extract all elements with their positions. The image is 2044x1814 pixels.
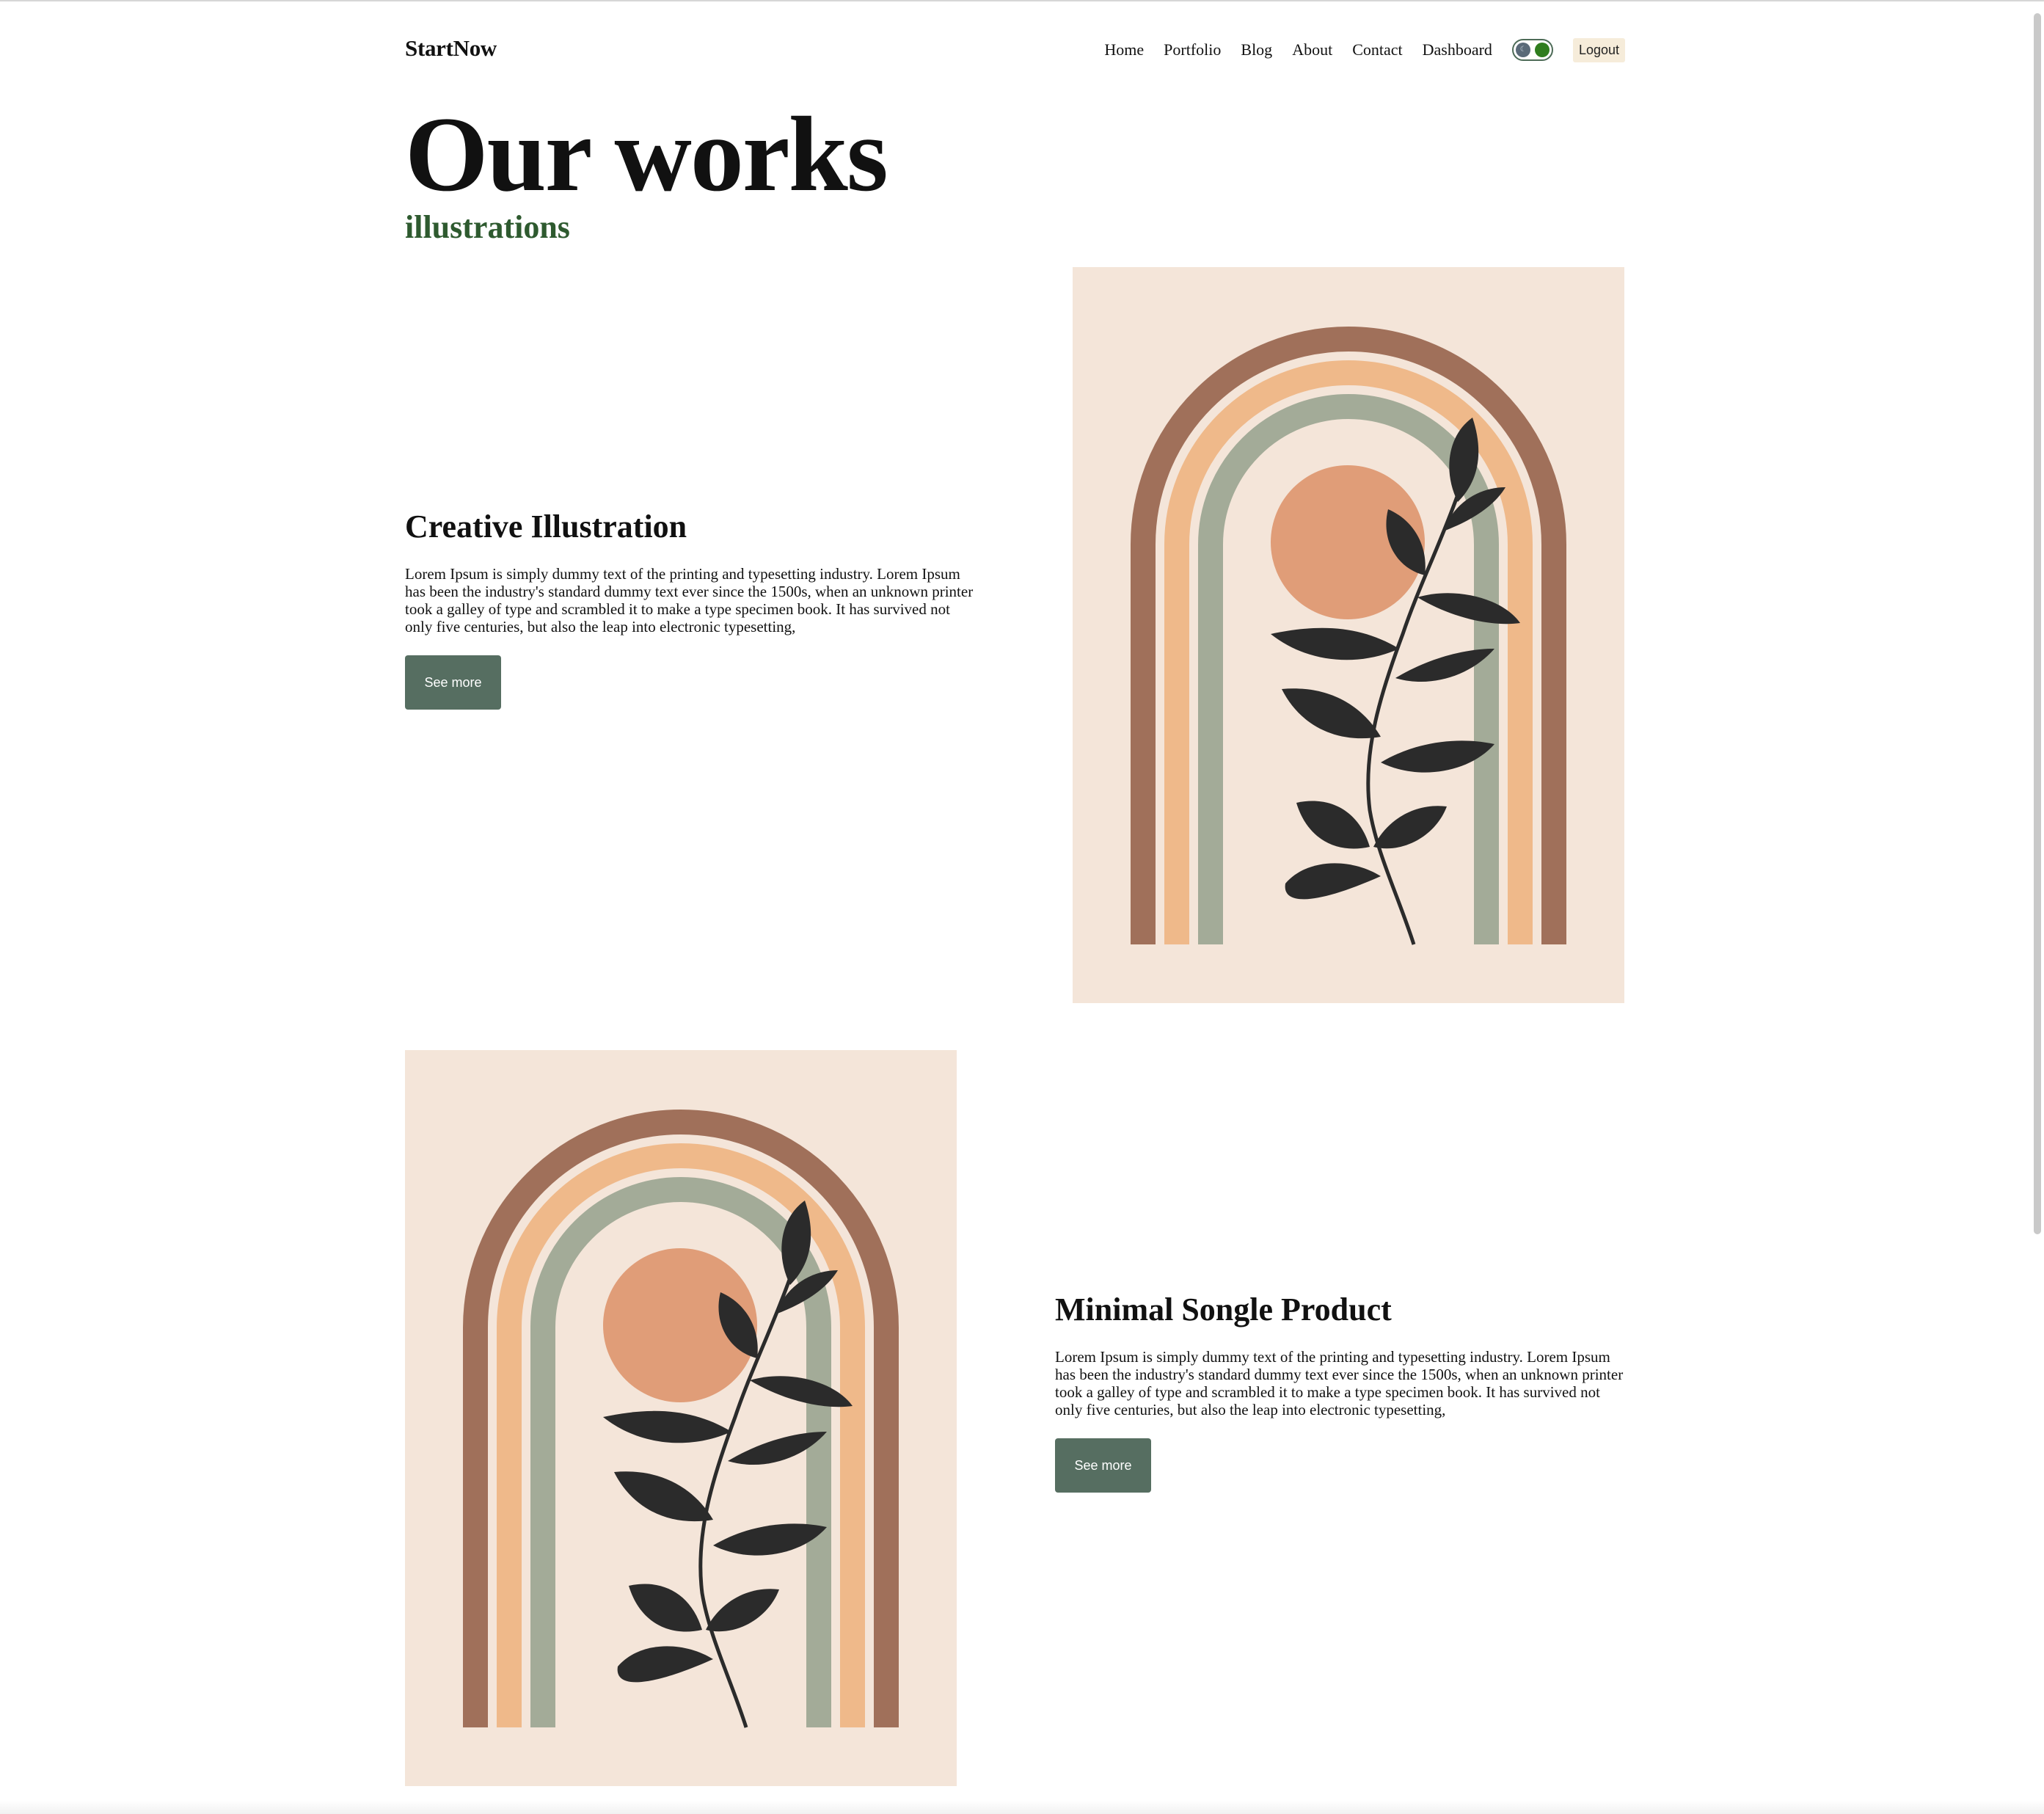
work-title: Minimal Songle Product: [1055, 1292, 1392, 1327]
nav-link-home[interactable]: Home: [1104, 40, 1144, 59]
arch-plant-illustration: [1131, 327, 1566, 945]
page-subtitle: illustrations: [405, 209, 570, 245]
work-description: Lorem Ipsum is simply dummy text of the …: [405, 565, 974, 635]
navbar: StartNow Home Portfolio Blog About Conta…: [405, 29, 1625, 70]
work-description: Lorem Ipsum is simply dummy text of the …: [1055, 1348, 1624, 1418]
toggle-knob: [1534, 43, 1550, 57]
nav-link-dashboard[interactable]: Dashboard: [1423, 40, 1492, 59]
window-top-border: [0, 0, 2044, 1]
illustration-image[interactable]: [1073, 267, 1624, 1003]
nav-link-about[interactable]: About: [1292, 40, 1332, 59]
moon-icon: ☾: [1515, 43, 1530, 57]
nav-link-contact[interactable]: Contact: [1352, 40, 1402, 59]
site-logo[interactable]: StartNow: [405, 35, 497, 62]
nav-link-blog[interactable]: Blog: [1241, 40, 1272, 59]
logout-button[interactable]: Logout: [1572, 37, 1625, 62]
main-nav: Home Portfolio Blog About Contact Dashbo…: [1104, 37, 1625, 63]
page-title: Our works: [405, 95, 888, 214]
theme-toggle[interactable]: ☾: [1511, 39, 1553, 61]
work-title: Creative Illustration: [405, 509, 687, 544]
illustration-image[interactable]: [405, 1050, 957, 1786]
arch-plant-illustration: [463, 1110, 899, 1728]
see-more-button[interactable]: See more: [1055, 1438, 1151, 1493]
see-more-button[interactable]: See more: [405, 655, 501, 710]
page-scrollbar[interactable]: [2034, 13, 2041, 1234]
viewport-bottom-edge: [0, 1801, 2044, 1814]
nav-link-portfolio[interactable]: Portfolio: [1164, 40, 1221, 59]
